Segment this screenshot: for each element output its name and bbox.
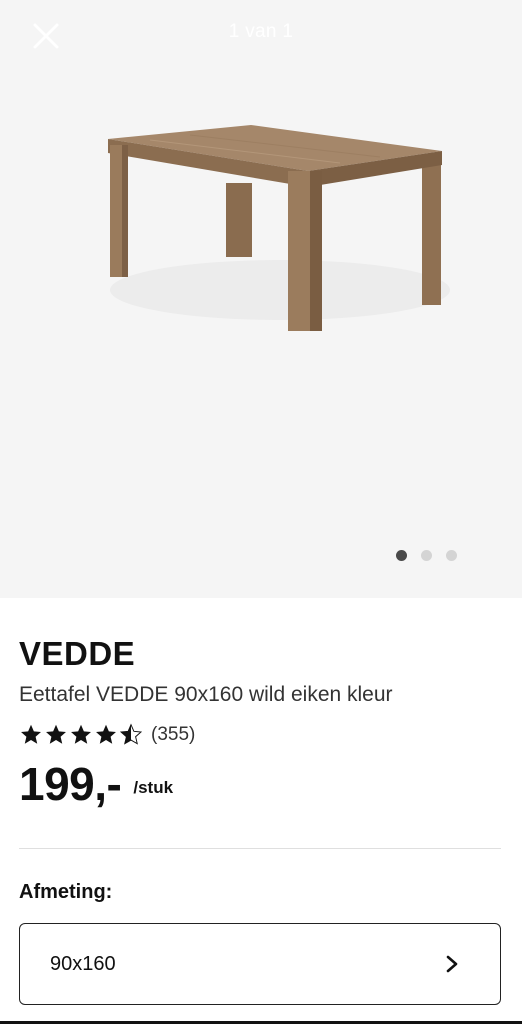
product-image	[108, 125, 450, 331]
size-label: Afmeting:	[19, 881, 113, 903]
carousel-dots[interactable]	[396, 550, 457, 561]
star-full-icon	[71, 724, 91, 744]
size-value: 90x160	[50, 952, 116, 975]
star-half-icon	[119, 723, 143, 745]
section-divider	[19, 848, 501, 849]
carousel-dot[interactable]	[421, 550, 432, 561]
star-full-icon	[96, 724, 116, 744]
carousel-dot[interactable]	[446, 550, 457, 561]
product-brand: VEDDE	[19, 635, 136, 672]
product-rating[interactable]: (355)	[19, 723, 195, 746]
size-selector[interactable]: 90x160	[19, 923, 501, 1005]
star-full-icon	[21, 724, 41, 744]
rating-stars	[19, 723, 143, 746]
price-unit: /stuk	[133, 778, 174, 797]
product-price: 199,-	[19, 758, 122, 810]
review-count[interactable]: (355)	[151, 724, 195, 746]
carousel-dot-active[interactable]	[396, 550, 407, 561]
chevron-right-icon	[446, 955, 458, 973]
image-counter: 1 van 1	[228, 21, 294, 42]
star-full-icon	[46, 724, 66, 744]
product-description: Eettafel VEDDE 90x160 wild eiken kleur	[19, 683, 393, 706]
price-row: 199,- /stuk	[19, 758, 173, 810]
product-image-gallery[interactable]: 1 van 1	[0, 0, 522, 598]
